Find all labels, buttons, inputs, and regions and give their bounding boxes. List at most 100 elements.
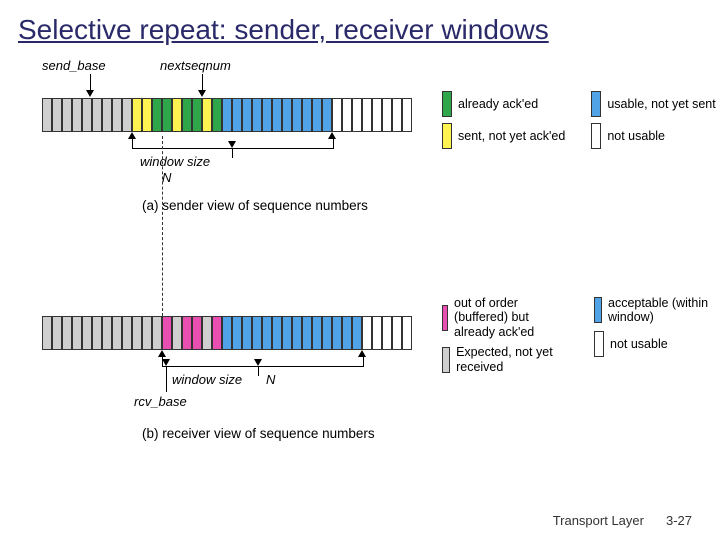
sequence-segment [92, 98, 102, 132]
sequence-segment [382, 316, 392, 350]
sequence-segment [122, 316, 132, 350]
sequence-segment [352, 98, 362, 132]
sequence-segment [172, 98, 182, 132]
sequence-segment [182, 316, 192, 350]
sequence-segment [292, 98, 302, 132]
sequence-segment [142, 98, 152, 132]
receiver-legend: out of order (buffered) but already ack'… [442, 296, 720, 374]
sequence-segment [232, 316, 242, 350]
sequence-segment [222, 98, 232, 132]
bracket-arrow-lr [158, 350, 166, 357]
sequence-segment [372, 98, 382, 132]
legend-text: usable, not yet sent [607, 97, 715, 111]
swatch-blue [594, 297, 602, 323]
legend-col: out of order (buffered) but already ack'… [442, 296, 568, 374]
sequence-segment [372, 316, 382, 350]
sequence-segment [362, 316, 372, 350]
sequence-segment [42, 98, 52, 132]
sequence-segment [252, 316, 262, 350]
sender-sequence-bar [42, 98, 412, 132]
bracket-arrow-l [128, 132, 136, 139]
sequence-segment [232, 98, 242, 132]
sequence-segment [362, 98, 372, 132]
receiver-window-mid-line [258, 366, 259, 376]
sequence-segment [342, 316, 352, 350]
label-nextseqnum: nextseqnum [160, 58, 231, 73]
receiver-window-var: N [266, 372, 275, 387]
footer-left: Transport Layer [553, 513, 644, 528]
sequence-segment [282, 316, 292, 350]
legend-col: usable, not yet sent not usable [591, 91, 715, 149]
sequence-segment [222, 316, 232, 350]
sequence-segment [402, 316, 412, 350]
legend-text: acceptable (within window) [608, 296, 720, 325]
legend-row: not usable [591, 123, 715, 149]
sequence-segment [212, 316, 222, 350]
legend-text: not usable [610, 337, 668, 351]
slide-footer: Transport Layer 3-27 [553, 513, 692, 528]
legend-text: sent, not yet ack'ed [458, 129, 565, 143]
sequence-segment [322, 316, 332, 350]
sequence-segment [112, 316, 122, 350]
sender-window-mid-arrow [228, 141, 236, 148]
legend-col: acceptable (within window) not usable [594, 296, 720, 374]
sequence-segment [282, 98, 292, 132]
label-send-base: send_base [42, 58, 106, 73]
sequence-segment [242, 316, 252, 350]
footer-right: 3-27 [666, 513, 692, 528]
sequence-segment [262, 98, 272, 132]
sequence-segment [292, 316, 302, 350]
sequence-segment [52, 316, 62, 350]
sequence-segment [192, 316, 202, 350]
sequence-segment [342, 98, 352, 132]
sender-window-var: N [162, 170, 171, 185]
sequence-segment [212, 98, 222, 132]
sequence-segment [192, 98, 202, 132]
legend-text: Expected, not yet received [456, 345, 568, 374]
legend-row: already ack'ed [442, 91, 565, 117]
bracket-arrow-rr [358, 350, 366, 357]
receiver-caption: (b) receiver view of sequence numbers [142, 426, 375, 441]
sequence-segment [142, 316, 152, 350]
swatch-magenta [442, 305, 448, 331]
ptr-rcv-base-arrow [162, 359, 170, 366]
sequence-segment [112, 98, 122, 132]
bracket-arrow-r [328, 132, 336, 139]
receiver-window-label: window size [172, 372, 242, 387]
sequence-segment [82, 98, 92, 132]
legend-row: Expected, not yet received [442, 345, 568, 374]
sequence-segment [392, 316, 402, 350]
sequence-segment [132, 98, 142, 132]
sequence-segment [82, 316, 92, 350]
sequence-segment [272, 316, 282, 350]
sequence-segment [72, 316, 82, 350]
sequence-segment [162, 98, 172, 132]
sequence-segment [52, 98, 62, 132]
legend-row: sent, not yet ack'ed [442, 123, 565, 149]
swatch-white [594, 331, 604, 357]
sequence-segment [102, 98, 112, 132]
sequence-segment [312, 98, 322, 132]
sequence-segment [62, 98, 72, 132]
sequence-segment [62, 316, 72, 350]
sequence-segment [102, 316, 112, 350]
sequence-segment [42, 316, 52, 350]
sequence-segment [92, 316, 102, 350]
sequence-segment [302, 316, 312, 350]
receiver-window-mid-arrow [254, 359, 262, 366]
swatch-yellow [442, 123, 452, 149]
legend-text: not usable [607, 129, 665, 143]
sequence-segment [332, 316, 342, 350]
sequence-segment [392, 98, 402, 132]
ptr-send-base-arrow [86, 90, 94, 97]
sequence-segment [352, 316, 362, 350]
swatch-blue [591, 91, 601, 117]
sequence-segment [332, 98, 342, 132]
sender-window-mid-line [232, 148, 233, 158]
dashed-connector [162, 136, 163, 316]
sender-caption: (a) sender view of sequence numbers [142, 198, 368, 213]
sequence-segment [322, 98, 332, 132]
label-rcv-base: rcv_base [134, 394, 187, 409]
diagram-area: send_base nextseqnum window size N alrea… [42, 58, 720, 498]
sender-window-label: window size [140, 154, 210, 169]
